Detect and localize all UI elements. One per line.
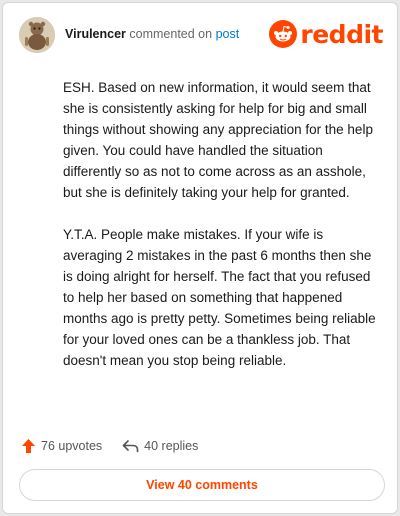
reply-stat[interactable]: 40 replies	[122, 439, 198, 453]
upvote-stat[interactable]: 76 upvotes	[21, 438, 102, 454]
upvote-arrow-icon	[22, 439, 35, 453]
username[interactable]: Virulencer	[65, 27, 126, 41]
comment-header: Virulencer commented on post reddit	[19, 17, 383, 53]
reddit-snoo-icon	[269, 20, 298, 48]
reply-count: 40 replies	[144, 439, 199, 453]
comment-footer: 76 upvotes 40 replies	[21, 436, 218, 456]
avatar[interactable]	[19, 17, 55, 53]
avatar-icon	[19, 17, 55, 53]
view-comments-button[interactable]: View 40 comments	[19, 469, 385, 501]
comment-body: ESH. Based on new information, it would …	[63, 77, 383, 392]
comment-byline: Virulencer commented on post	[65, 27, 239, 41]
post-link[interactable]: post	[216, 27, 240, 41]
comment-card: Virulencer commented on post reddit ESH.…	[2, 2, 398, 514]
action-text: commented on	[129, 27, 213, 41]
comment-paragraph: ESH. Based on new information, it would …	[63, 80, 373, 200]
reply-arrow-icon	[122, 440, 139, 453]
comment-paragraph: Y.T.A. People make mistakes. If your wif…	[63, 227, 376, 368]
upvote-count: 76 upvotes	[41, 439, 103, 453]
reddit-wordmark: reddit	[300, 19, 383, 49]
reddit-logo[interactable]: reddit	[269, 19, 383, 49]
